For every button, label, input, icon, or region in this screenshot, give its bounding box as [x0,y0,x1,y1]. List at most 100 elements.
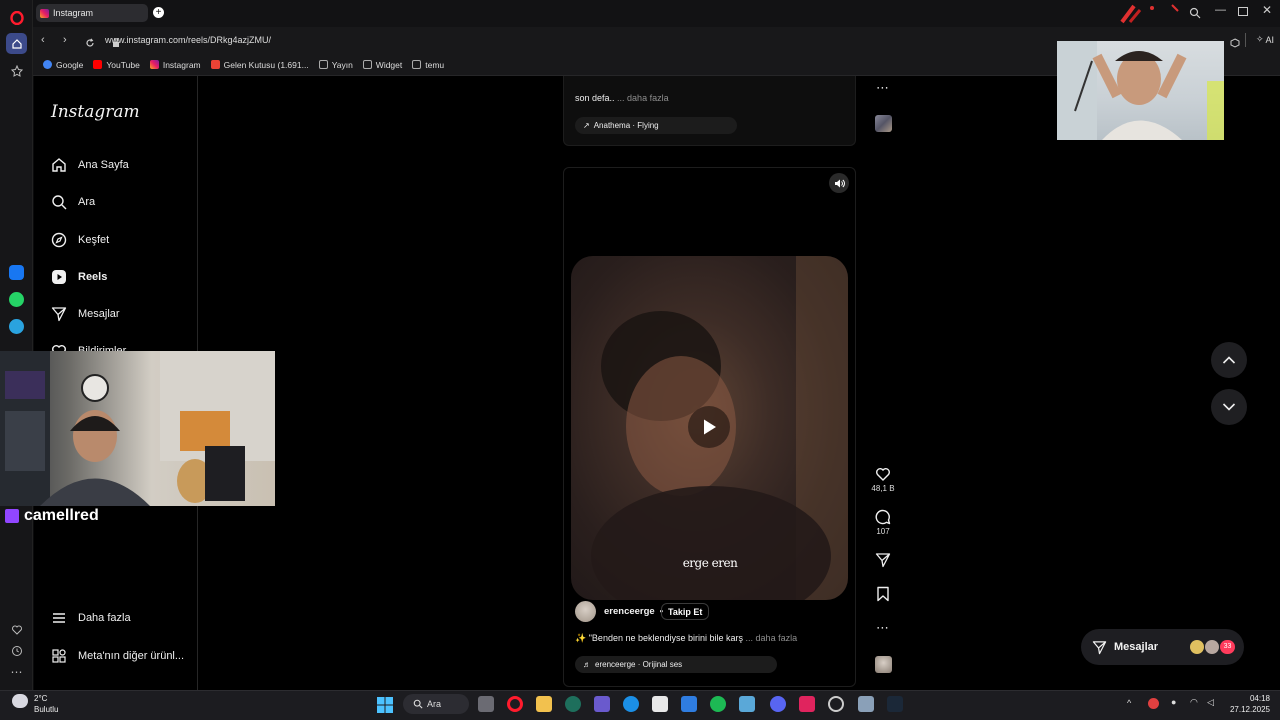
bookmark-gmail[interactable]: Gelen Kutusu (1.691... [210,60,309,70]
previous-music-label: Anathema · Flying [593,121,659,130]
bookmark-folder-yayin[interactable]: Yayın [318,60,353,70]
opera-logo-icon[interactable] [6,7,27,28]
menu-icon [53,613,65,623]
browser-side-rail: ⋯ [0,0,33,690]
instagram-logo[interactable]: Instagram [51,102,140,122]
tray-app-icon[interactable] [1148,698,1159,709]
app-icon[interactable] [739,696,755,712]
messages-badge: 33 [1220,640,1235,654]
tab-instagram[interactable]: Instagram [36,4,148,22]
weather-icon[interactable] [12,694,28,708]
search-tabs-icon[interactable] [1189,6,1201,24]
new-tab-button[interactable]: + [153,7,164,18]
sound-toggle-button[interactable] [829,173,849,193]
arrow-icon: ↗ [583,121,590,130]
maximize-button[interactable] [1238,7,1248,16]
spotify-icon[interactable] [710,696,726,712]
forward-button[interactable]: › [63,34,67,46]
windows-start-icon[interactable] [377,697,393,718]
microphone-icon[interactable]: ● [1171,697,1176,707]
discord-icon[interactable] [770,696,786,712]
wifi-icon[interactable]: ◠ [1190,697,1198,708]
app-icon[interactable] [799,696,815,712]
more-options-icon[interactable]: ⋯ [876,620,889,636]
tray-chevron-up-icon[interactable]: ^ [1127,698,1131,708]
previous-more-link[interactable]: ... daha fazla [617,93,669,103]
share-action[interactable] [875,552,891,568]
previous-music-pill[interactable]: ↗ Anathema · Flying [575,117,737,134]
send-icon [51,307,67,322]
speaker-icon[interactable]: ◁ [1207,697,1214,708]
close-button[interactable]: ✕ [1262,3,1272,17]
sidebar-item-search[interactable]: Ara [51,194,95,210]
sidebar-meta-button[interactable]: Meta'nın diğer ürünl... [51,648,184,664]
bookmark-google[interactable]: Google [43,60,83,70]
compass-icon [51,232,67,248]
opera-taskbar-icon[interactable] [507,696,523,712]
taskbar-search[interactable]: Ara [403,694,469,714]
extension-icon[interactable] [1230,35,1240,53]
messenger-icon[interactable] [6,262,27,283]
previous-reel-button[interactable] [1211,342,1247,378]
sidebar-item-label: Ara [78,196,96,208]
volume-icon [834,179,845,187]
sidebar-item-reels[interactable]: Reels [51,269,107,285]
steam-icon[interactable] [887,696,903,712]
messages-label: Mesajlar [1114,641,1159,653]
reel-audio-pill[interactable]: ♬ erenceerge · Orijinal ses [575,656,777,673]
save-action[interactable] [876,586,890,602]
back-button[interactable]: ‹ [41,34,45,46]
stream-channel-name: camellred [24,507,99,524]
audio-thumbnail[interactable] [875,656,892,673]
home-icon[interactable] [6,33,27,54]
windows-taskbar [0,690,1280,720]
settings-icon[interactable] [858,696,874,712]
url-text: www.instagram.com/reels/DRkg4azjZMU/ [105,35,272,45]
reel-more-link[interactable]: ... daha fazla [746,633,798,643]
search-icon [413,699,423,709]
bookmark-label: Instagram [162,59,201,70]
bookmark-folder-temu[interactable]: temu [412,60,444,70]
minimize-button[interactable]: — [1215,4,1226,16]
edge-icon[interactable] [623,696,639,712]
app-icon[interactable] [594,696,610,712]
comment-action[interactable]: 107 [871,509,895,536]
sidebar-item-home[interactable]: Ana Sayfa [51,157,129,173]
mail-icon[interactable] [681,696,697,712]
more-icon[interactable]: ⋯ [6,661,27,682]
app-icon[interactable] [828,696,844,712]
google-icon [43,60,52,69]
bookmark-youtube[interactable]: YouTube [93,60,140,70]
previous-more-options-icon[interactable]: ⋯ [876,80,889,96]
search-icon [52,195,67,210]
store-icon[interactable] [652,696,668,712]
like-action[interactable]: 48,1 B [871,466,895,493]
play-button[interactable] [688,406,730,448]
url-input[interactable]: www.instagram.com/reels/DRkg4azjZMU/ [105,31,1035,49]
avatar[interactable] [575,601,596,622]
whatsapp-icon[interactable] [6,289,27,310]
sidebar-item-explore[interactable]: Keşfet [51,232,109,248]
bookmark-instagram[interactable]: Instagram [149,59,201,70]
sidebar-item-messages[interactable]: Mesajlar [51,306,120,322]
weather-temp: 2°C [34,694,48,703]
app-icon[interactable] [565,696,581,712]
ai-button[interactable]: ✧ AI [1256,34,1274,45]
weather-widget[interactable]: 2°C Bulutlu [34,693,58,715]
sidebar-more-button[interactable]: Daha fazla [51,610,131,626]
telegram-icon[interactable] [6,316,27,337]
taskbar-clock[interactable]: 04:18 27.12.2025 [1226,693,1270,715]
bookmark-label: Google [56,59,84,70]
follow-button[interactable]: Takip Et [661,603,710,620]
file-explorer-icon[interactable] [536,696,552,712]
bookmark-folder-widget[interactable]: Widget [362,60,402,70]
heart-icon[interactable] [6,619,27,640]
reload-icon[interactable] [85,35,95,53]
music-note-icon: ♬ [583,660,591,669]
previous-audio-thumbnail[interactable] [875,115,892,132]
reel-username[interactable]: erenceerge [604,606,655,617]
next-reel-button[interactable] [1211,389,1247,425]
star-icon[interactable] [6,60,27,81]
task-view-icon[interactable] [478,696,494,712]
history-icon[interactable] [6,640,27,661]
